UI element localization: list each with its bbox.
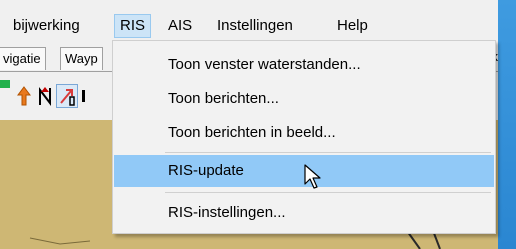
menu-help[interactable]: Help bbox=[332, 14, 373, 38]
ris-dropdown-menu: Toon venster waterstanden... Toon berich… bbox=[112, 40, 496, 234]
mouse-pointer-icon bbox=[304, 164, 324, 193]
menu-separator bbox=[165, 192, 491, 193]
partial-toolbar-icon[interactable] bbox=[78, 84, 92, 108]
menu-item-toon-venster-waterstanden[interactable]: Toon venster waterstanden... bbox=[114, 49, 494, 81]
menu-ais[interactable]: AIS bbox=[163, 14, 197, 38]
menu-separator bbox=[165, 152, 491, 153]
tab-waypoints[interactable]: Wayp bbox=[60, 47, 103, 70]
orange-up-arrow-icon[interactable] bbox=[13, 84, 35, 108]
menu-bijwerking[interactable]: bijwerking bbox=[8, 14, 85, 38]
menu-bar: bijwerking RIS AIS Instellingen Help bbox=[0, 12, 498, 40]
north-arrow-icon[interactable] bbox=[34, 84, 56, 108]
green-status-icon[interactable] bbox=[0, 80, 10, 88]
desktop-background bbox=[498, 0, 516, 249]
menu-item-ris-instellingen[interactable]: RIS-instellingen... bbox=[114, 197, 494, 229]
tab-navigatie[interactable]: vigatie bbox=[0, 47, 46, 70]
route-arrow-icon[interactable] bbox=[56, 84, 78, 108]
menu-item-toon-berichten[interactable]: Toon berichten... bbox=[114, 83, 494, 115]
menu-ris[interactable]: RIS bbox=[114, 14, 152, 38]
menu-instellingen[interactable]: Instellingen bbox=[212, 14, 298, 38]
menu-item-toon-berichten-in-beeld[interactable]: Toon berichten in beeld... bbox=[114, 117, 494, 149]
